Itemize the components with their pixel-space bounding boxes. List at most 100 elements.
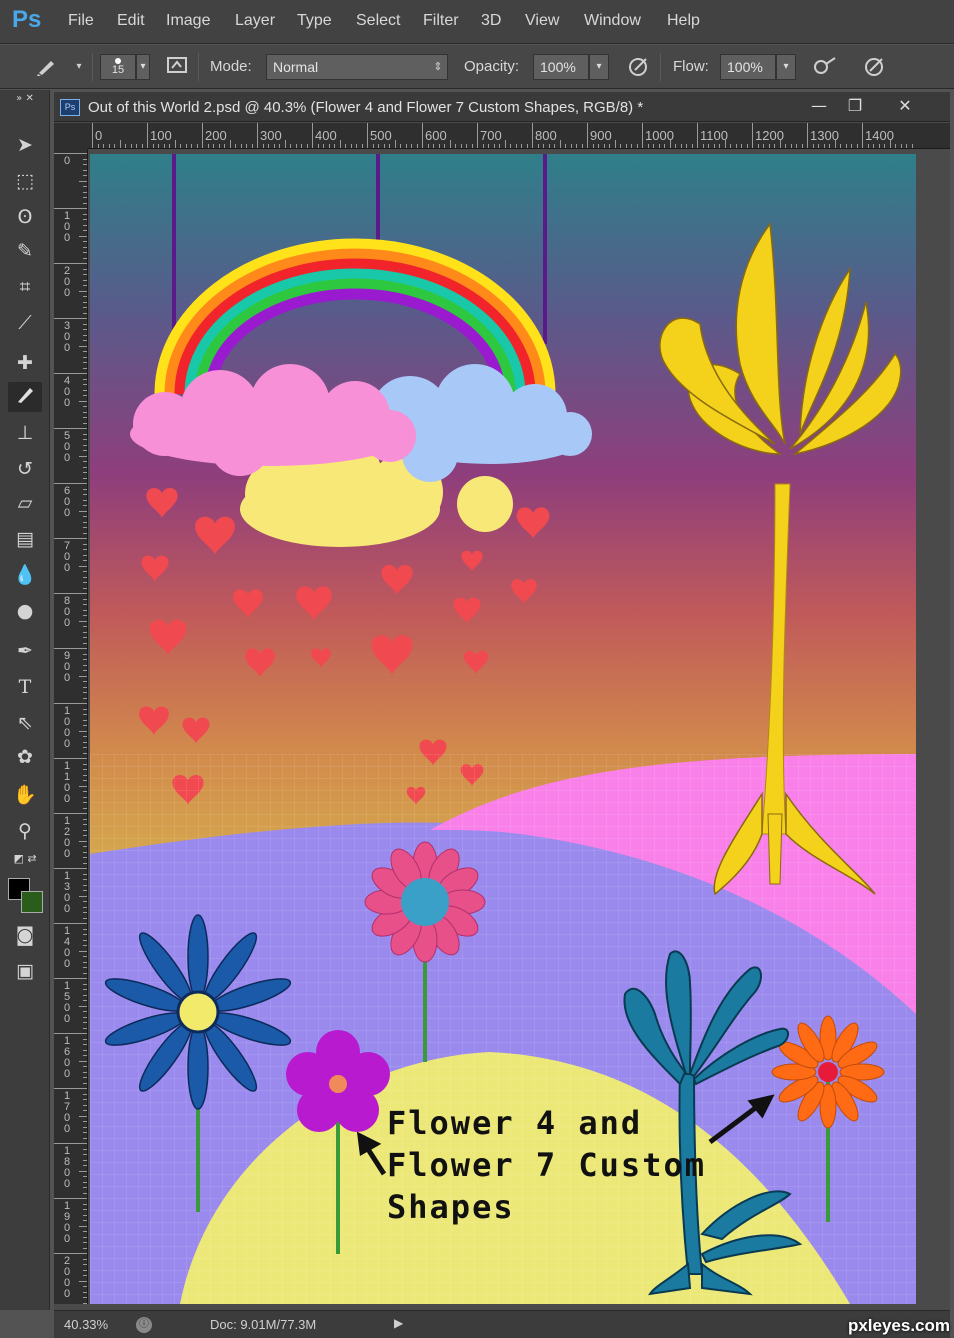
lasso-tool-icon[interactable]: ʘ <box>8 202 42 232</box>
info-icon[interactable]: ⓘ <box>136 1317 152 1333</box>
brush-preset-dropdown-icon[interactable]: ▾ <box>66 55 92 79</box>
ruler-minor-tick <box>79 565 87 567</box>
ruler-minor-tick <box>460 144 462 148</box>
ruler-label: 600 <box>64 485 71 519</box>
dodge-tool-icon[interactable]: ● <box>8 596 42 626</box>
menu-help[interactable]: Help <box>667 12 700 30</box>
ruler-minor-tick <box>361 144 363 148</box>
ruler-minor-tick <box>83 296 87 297</box>
vertical-ruler[interactable]: 0 100 200 300 400 500 600 700 800 900 1000 1100 1200… <box>54 149 88 1304</box>
ruler-minor-tick <box>83 752 87 754</box>
ruler-tick <box>54 1198 87 1199</box>
ruler-minor-tick <box>83 224 87 226</box>
quick-mask-icon[interactable]: ◙ <box>8 920 42 950</box>
clone-stamp-tool-icon[interactable]: ⊥ <box>8 418 42 448</box>
menu-image[interactable]: Image <box>166 12 210 30</box>
ruler-minor-tick <box>108 144 110 148</box>
menu-edit[interactable]: Edit <box>117 12 145 30</box>
menu-select[interactable]: Select <box>356 12 400 30</box>
opacity-dropdown[interactable]: ▾ <box>589 54 609 80</box>
menu-type[interactable]: Type <box>297 12 332 30</box>
menu-window[interactable]: Window <box>584 12 641 30</box>
menu-filter[interactable]: Filter <box>423 12 459 30</box>
ruler-minor-tick <box>83 433 87 435</box>
brush-size-dropdown[interactable]: ▾ <box>136 54 150 80</box>
ruler-minor-tick <box>433 144 434 148</box>
ruler-minor-tick <box>251 144 253 148</box>
document-tab[interactable]: Ps Out of this World 2.psd @ 40.3% (Flow… <box>54 92 950 122</box>
zoom-tool-icon[interactable]: ⚲ <box>8 816 42 846</box>
brush-tool-icon[interactable] <box>8 382 42 412</box>
restore-button[interactable]: ❐ <box>838 95 872 117</box>
menu-layer[interactable]: Layer <box>235 12 275 30</box>
eyedropper-tool-icon[interactable]: ⟋ <box>8 308 42 338</box>
healing-brush-tool-icon[interactable]: ✚ <box>8 348 42 378</box>
zoom-level[interactable]: 40.33% <box>64 1317 108 1332</box>
brush-preset-icon[interactable] <box>34 55 60 79</box>
toolbox-collapse-icon[interactable]: » ✕ <box>8 92 42 106</box>
ruler-minor-tick <box>526 144 528 148</box>
path-select-tool-icon[interactable]: ⇖ <box>8 708 42 738</box>
pressure-opacity-icon[interactable] <box>626 55 652 79</box>
ruler-minor-tick <box>455 144 456 148</box>
horizontal-ruler[interactable]: 0 100 200 300 400 500 600 700 800 900 1000 1100 1200… <box>88 123 950 149</box>
ruler-tick <box>54 1088 87 1089</box>
ruler-minor-tick <box>79 1060 87 1062</box>
custom-shape-tool-icon[interactable]: ✿ <box>8 742 42 772</box>
ruler-minor-tick <box>504 140 506 148</box>
hand-tool-icon[interactable]: ✋ <box>8 780 42 810</box>
gradient-tool-icon[interactable]: ▤ <box>8 524 42 554</box>
ruler-minor-tick <box>83 356 87 358</box>
pressure-size-icon[interactable] <box>862 55 888 79</box>
ruler-minor-tick <box>83 1049 87 1051</box>
flow-dropdown[interactable]: ▾ <box>776 54 796 80</box>
ruler-minor-tick <box>83 604 87 605</box>
ruler-minor-tick <box>609 144 610 148</box>
type-tool-icon[interactable]: T <box>8 672 42 702</box>
ruler-label: 200 <box>205 128 227 143</box>
ruler-label: 800 <box>64 595 71 629</box>
ruler-minor-tick <box>83 1286 87 1287</box>
mode-select[interactable]: Normal <box>266 54 448 80</box>
eraser-tool-icon[interactable]: ▱ <box>8 488 42 518</box>
menu-3d[interactable]: 3D <box>481 12 501 30</box>
ruler-minor-tick <box>196 144 198 148</box>
brush-panel-toggle-icon[interactable] <box>164 55 190 79</box>
ruler-minor-tick <box>83 1077 87 1078</box>
ruler-minor-tick <box>708 144 709 148</box>
ruler-tick <box>54 318 87 319</box>
pen-tool-icon[interactable]: ✒ <box>8 636 42 666</box>
ruler-minor-tick <box>394 140 396 148</box>
brush-size-picker[interactable]: 15 <box>100 54 136 80</box>
status-menu-arrow-icon[interactable]: ▶ <box>394 1316 403 1330</box>
quick-select-tool-icon[interactable]: ✎ <box>8 236 42 266</box>
opacity-input[interactable]: 100% <box>533 54 589 80</box>
document-window: Ps Out of this World 2.psd @ 40.3% (Flow… <box>54 92 950 1332</box>
marquee-tool-icon[interactable]: ⬚ <box>8 166 42 196</box>
ruler-tick <box>477 123 478 148</box>
ruler-minor-tick <box>499 144 500 148</box>
move-tool-icon[interactable]: ➤ <box>8 130 42 160</box>
ruler-minor-tick <box>152 144 154 148</box>
ruler-minor-tick <box>796 144 797 148</box>
crop-tool-icon[interactable]: ⌗ <box>8 272 42 302</box>
blur-tool-icon[interactable]: 💧 <box>8 560 42 590</box>
ruler-minor-tick <box>83 499 87 501</box>
flow-input[interactable]: 100% <box>720 54 776 80</box>
screen-mode-icon[interactable]: ▣ <box>8 956 42 986</box>
menu-view[interactable]: View <box>525 12 559 30</box>
minimize-button[interactable]: — <box>802 95 836 117</box>
airbrush-icon[interactable] <box>812 55 838 79</box>
swap-colors-icon[interactable]: ◩ ⇄ <box>8 850 42 868</box>
menu-file[interactable]: File <box>68 12 94 30</box>
ruler-tick <box>312 123 313 148</box>
ruler-tick <box>862 123 863 148</box>
document-canvas[interactable]: Flower 4 and Flower 7 Custom Shapes <box>90 154 916 1304</box>
history-brush-tool-icon[interactable]: ↺ <box>8 454 42 484</box>
ruler-minor-tick <box>350 144 352 148</box>
ruler-minor-tick <box>83 268 87 270</box>
close-button[interactable]: ✕ <box>888 95 922 117</box>
background-color-swatch[interactable] <box>21 891 43 913</box>
ruler-minor-tick <box>83 686 87 688</box>
ruler-corner[interactable] <box>54 123 88 149</box>
